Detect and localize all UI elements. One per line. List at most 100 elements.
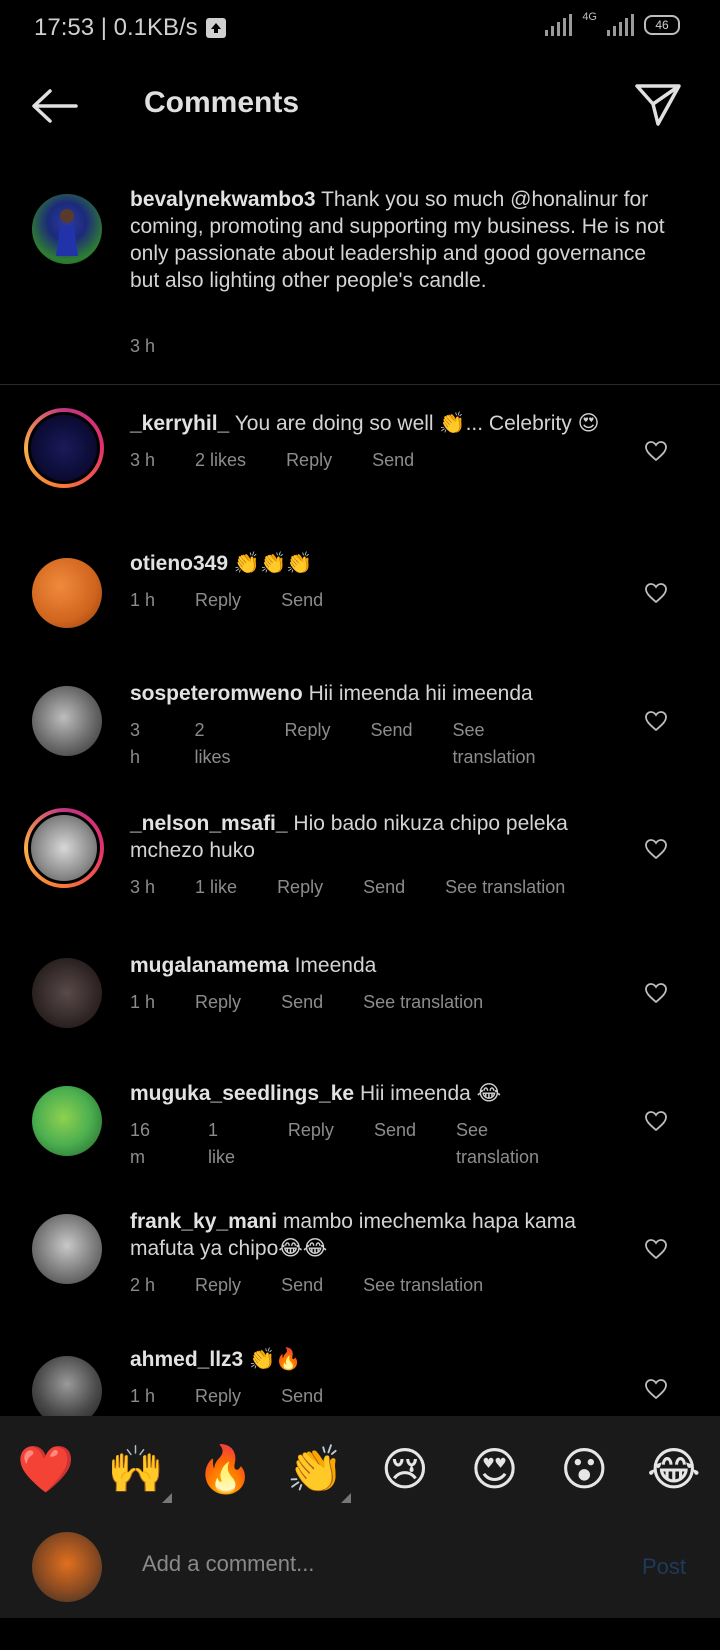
comment-meta: 1 h Reply Send See translation <box>130 989 610 1016</box>
see-translation-button[interactable]: See translation <box>363 989 483 1016</box>
comment-username[interactable]: sospeteromweno <box>130 682 303 705</box>
send-button[interactable]: Send <box>281 1383 323 1410</box>
comment-username[interactable]: _kerryhil_ <box>130 412 229 435</box>
likes-count[interactable]: 2 likes <box>195 717 245 771</box>
reply-button[interactable]: Reply <box>288 1117 334 1171</box>
send-button[interactable]: Send <box>370 717 412 771</box>
comment-username[interactable]: otieno349 <box>130 552 228 575</box>
comment-time: 2 h <box>130 1275 156 1295</box>
heart-icon[interactable] <box>644 1110 668 1132</box>
upload-icon <box>205 18 226 38</box>
comment-username[interactable]: _nelson_msafi_ <box>130 812 288 835</box>
send-button[interactable]: Send <box>281 1272 323 1299</box>
emoji-crying[interactable]: 😢 <box>373 1442 437 1496</box>
comment-meta: 1 h Reply Send <box>130 587 610 614</box>
see-translation-button[interactable]: See translation <box>453 717 571 771</box>
avatar-story-ring[interactable] <box>24 408 104 488</box>
avatar-story-ring[interactable] <box>24 808 104 888</box>
comment-meta: 3 h 2 likes Reply Send See translation <box>130 717 610 771</box>
reply-button[interactable]: Reply <box>195 587 241 614</box>
battery-indicator: 46 <box>644 15 680 35</box>
emoji-heart-eyes[interactable]: 😍 <box>463 1442 527 1496</box>
send-button[interactable]: Send <box>363 874 405 901</box>
current-user-avatar <box>32 1532 102 1602</box>
comment-meta: 2 h Reply Send See translation <box>130 1272 610 1299</box>
reply-button[interactable]: Reply <box>195 1272 241 1299</box>
comment-meta: 3 h 2 likes Reply Send <box>130 447 610 474</box>
comment-body: frank_ky_mani mambo imechemka hapa kama … <box>130 1208 610 1299</box>
heart-icon[interactable] <box>644 582 668 604</box>
send-button[interactable]: Send <box>281 989 323 1016</box>
bottom-strip <box>0 1618 720 1650</box>
emoji-surprised[interactable]: 😮 <box>552 1442 616 1496</box>
emoji-raised-hands[interactable]: 🙌 <box>104 1442 172 1503</box>
skin-tone-indicator <box>341 1492 352 1503</box>
caption-time: 3 h <box>130 336 156 356</box>
reply-button[interactable]: Reply <box>286 447 332 474</box>
emoji-laughing[interactable]: 😂 <box>642 1442 706 1496</box>
avatar <box>24 808 104 888</box>
avatar-wrap[interactable] <box>32 1356 102 1416</box>
avatar[interactable] <box>32 194 102 264</box>
comment-username[interactable]: mugalanamema <box>130 954 289 977</box>
paper-plane-icon <box>635 84 681 126</box>
skin-tone-indicator <box>161 1492 172 1503</box>
see-translation-button[interactable]: See translation <box>363 1272 483 1299</box>
post-caption: bevalynekwambo3 Thank you so much @honal… <box>0 180 720 385</box>
likes-count[interactable]: 2 likes <box>195 447 246 474</box>
comment-input[interactable] <box>140 1550 584 1578</box>
comment-body: sospeteromweno Hii imeenda hii imeenda 3… <box>130 680 610 771</box>
reply-button[interactable]: Reply <box>195 989 241 1016</box>
heart-icon[interactable] <box>644 710 668 732</box>
likes-count[interactable]: 1 like <box>208 1117 248 1171</box>
avatar-wrap[interactable] <box>32 958 102 1028</box>
heart-icon[interactable] <box>644 838 668 860</box>
see-translation-button[interactable]: See translation <box>456 1117 570 1171</box>
heart-icon[interactable] <box>644 1378 668 1400</box>
heart-icon[interactable] <box>644 1238 668 1260</box>
reply-button[interactable]: Reply <box>195 1383 241 1410</box>
time-speed: 17:53 | 0.1KB/s <box>34 14 198 41</box>
emoji-fire[interactable]: 🔥 <box>193 1442 257 1497</box>
avatar <box>32 686 102 756</box>
comment-text: Hii imeenda hii imeenda <box>308 682 533 705</box>
comment-meta: 1 h Reply Send <box>130 1383 610 1410</box>
heart-icon[interactable] <box>644 982 668 1004</box>
emoji-heart[interactable]: ❤️ <box>14 1442 78 1497</box>
send-button[interactable]: Send <box>374 1117 416 1171</box>
send-button[interactable]: Send <box>372 447 414 474</box>
emoji-clap[interactable]: 👏 <box>283 1442 352 1503</box>
avatar-wrap[interactable] <box>32 686 102 756</box>
page-title: Comments <box>144 86 300 119</box>
comment-meta: 16 m 1 like Reply Send See translation <box>130 1117 610 1171</box>
comment-username[interactable]: ahmed_llz3 <box>130 1348 243 1371</box>
post-button[interactable]: Post <box>642 1554 686 1580</box>
avatar-wrap[interactable] <box>32 558 102 628</box>
send-button[interactable]: Send <box>281 587 323 614</box>
likes-count[interactable]: 1 like <box>195 874 237 901</box>
emoji-clap-glyph: 👏 <box>286 1442 344 1495</box>
avatar <box>32 1086 102 1156</box>
comment-username[interactable]: muguka_seedlings_ke <box>130 1082 354 1105</box>
comment-body: _nelson_msafi_ Hio bado nikuza chipo pel… <box>130 810 610 901</box>
avatar <box>24 408 104 488</box>
back-button[interactable] <box>30 86 78 126</box>
reply-button[interactable]: Reply <box>284 717 330 771</box>
see-translation-button[interactable]: See translation <box>445 874 565 901</box>
status-right: 4G 46 <box>545 11 680 36</box>
comment-body: otieno349 👏👏👏 1 h Reply Send <box>130 550 610 614</box>
heart-icon[interactable] <box>644 440 668 462</box>
caption-username[interactable]: bevalynekwambo3 <box>130 188 316 211</box>
emoji-quick-bar: ❤️ 🙌 🔥 👏 😢 😍 😮 😂 <box>0 1416 720 1522</box>
comment-username[interactable]: frank_ky_mani <box>130 1210 277 1233</box>
reply-button[interactable]: Reply <box>277 874 323 901</box>
comment-text: You are doing so well 👏... Celebrity 😍 <box>234 412 600 435</box>
avatar-wrap[interactable] <box>32 1086 102 1156</box>
comment-body: ahmed_llz3 👏🔥 1 h Reply Send <box>130 1346 610 1410</box>
comments-list[interactable]: _kerryhil_ You are doing so well 👏... Ce… <box>0 384 720 1416</box>
share-button[interactable] <box>634 80 682 128</box>
comment-time: 3 h <box>130 877 156 897</box>
status-left: 17:53 | 0.1KB/s <box>34 14 226 42</box>
avatar-wrap[interactable] <box>32 1214 102 1284</box>
avatar <box>32 558 102 628</box>
